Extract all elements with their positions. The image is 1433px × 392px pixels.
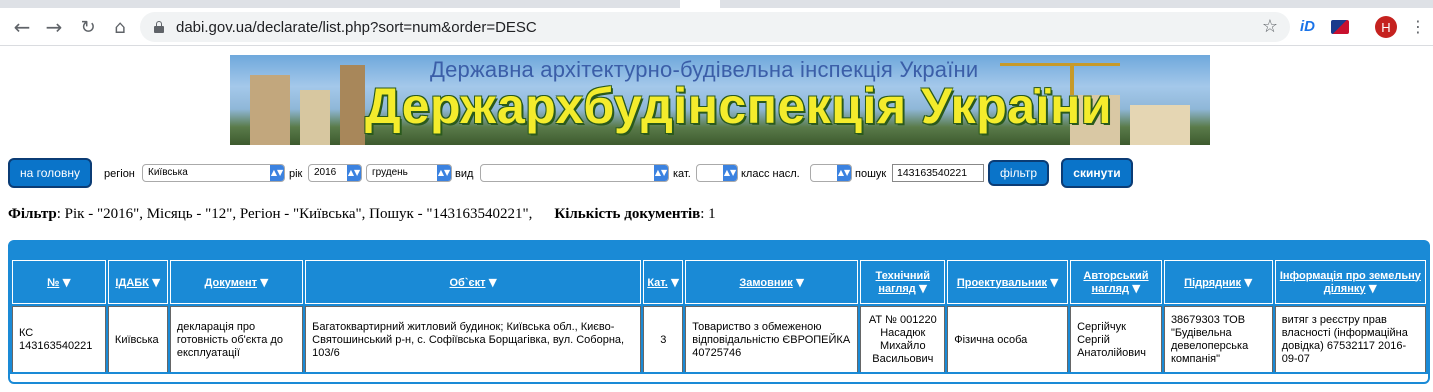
column-header-land-info[interactable]: Інформація про земельну ділянку ▼ — [1274, 260, 1426, 304]
home-button[interactable]: на головну — [8, 158, 92, 188]
document-count-label: Кількість документів — [554, 206, 701, 222]
site-banner: Державна архітектурно-будівельна інспекц… — [230, 55, 1210, 145]
year-select[interactable]: 2016 ▲▼ — [308, 164, 362, 182]
sort-arrow-icon: ▼ — [1368, 281, 1377, 295]
results-table: № ▼ ІДАБК ▼ Документ ▼ Об`єкт ▼ Кат. ▼ Замовн… — [10, 258, 1428, 376]
cell-contractor: 38679303 ТОВ "Будівельна девелоперська к… — [1163, 306, 1273, 374]
star-icon[interactable]: ☆ — [1262, 16, 1278, 37]
column-header-num[interactable]: № ▼ — [12, 260, 106, 304]
extension-flag-icon[interactable] — [1331, 20, 1349, 34]
sort-arrow-icon: ▼ — [151, 275, 161, 289]
sort-arrow-icon: ▼ — [795, 275, 805, 289]
forward-arrow-icon[interactable]: → — [40, 13, 68, 41]
sort-arrow-icon: ▼ — [260, 275, 269, 289]
table-footer — [10, 372, 1428, 382]
cell-document: декларація про готовність об'єкта до екс… — [169, 306, 304, 374]
select-arrow-icon: ▲▼ — [654, 165, 668, 181]
cell-author-supervision: Сергійчук Сергій Анатолійович — [1070, 306, 1162, 374]
cell-customer: Товариство з обмеженою відповідальністю … — [685, 306, 859, 374]
select-arrow-icon: ▲▼ — [270, 165, 284, 181]
table-row: КС 143163540221 Київська декларація про … — [12, 306, 1426, 374]
column-header-designer[interactable]: Проектувальник ▼ — [947, 260, 1069, 304]
avatar[interactable]: H — [1375, 16, 1397, 38]
cell-idabk: Київська — [107, 306, 168, 374]
column-header-document[interactable]: Документ ▼ — [169, 260, 304, 304]
sort-arrow-icon: ▼ — [488, 275, 497, 289]
select-arrow-icon: ▲▼ — [837, 165, 851, 181]
extension-id-icon[interactable]: iD — [1300, 18, 1315, 35]
select-arrow-icon: ▲▼ — [723, 165, 737, 181]
sort-arrow-icon: ▼ — [1244, 275, 1253, 289]
reset-button[interactable]: скинути — [1061, 158, 1133, 188]
cell-tech-supervision: АТ № 001220 Насадюк Михайло Васильович — [860, 306, 946, 374]
select-arrow-icon: ▲▼ — [437, 165, 451, 181]
address-bar[interactable]: dabi.gov.ua/declarate/list.php?sort=num&… — [140, 12, 1290, 42]
lock-icon[interactable] — [154, 21, 164, 33]
month-select[interactable]: грудень ▲▼ — [366, 164, 452, 182]
cell-land-info: витяг з реєстру прав власності (інформац… — [1274, 306, 1426, 374]
banner-title: Держархбудінспекція України — [365, 78, 1113, 134]
tab-strip — [0, 0, 1433, 8]
filter-summary-label: Фільтр — [8, 206, 57, 222]
category-label: кат. — [673, 168, 691, 180]
sort-arrow-icon: ▼ — [1049, 275, 1059, 289]
active-tab[interactable] — [680, 0, 720, 8]
category-select[interactable]: ▲▼ — [696, 164, 738, 182]
back-arrow-icon[interactable]: ← — [8, 13, 36, 41]
browser-toolbar: ← → ↻ ⌂ dabi.gov.ua/declarate/list.php?s… — [0, 8, 1433, 46]
year-label: рік — [289, 168, 303, 180]
region-select[interactable]: Київська ▲▼ — [142, 164, 285, 182]
table-header-row: № ▼ ІДАБК ▼ Документ ▼ Об`єкт ▼ Кат. ▼ Замовн… — [12, 260, 1426, 304]
type-label: вид — [455, 168, 474, 180]
region-label: регіон — [104, 168, 135, 180]
class-label: класс насл. — [741, 168, 800, 180]
cell-num: КС 143163540221 — [12, 306, 106, 374]
results-table-container: № ▼ ІДАБК ▼ Документ ▼ Об`єкт ▼ Кат. ▼ Замовн… — [8, 240, 1430, 384]
column-header-contractor[interactable]: Підрядник ▼ — [1163, 260, 1273, 304]
cell-object: Багатоквартирний житловий будинок; Київс… — [305, 306, 642, 374]
sort-arrow-icon: ▼ — [670, 275, 680, 289]
type-select[interactable]: ▲▼ — [480, 164, 669, 182]
filter-button[interactable]: фільтр — [988, 160, 1049, 186]
filter-summary: Фільтр: Рік - "2016", Місяць - "12", Рег… — [8, 206, 716, 223]
column-header-author-supervision[interactable]: Авторський нагляд ▼ — [1070, 260, 1162, 304]
sort-arrow-icon: ▼ — [1132, 281, 1141, 295]
select-arrow-icon: ▲▼ — [347, 165, 361, 181]
sort-arrow-icon: ▼ — [62, 275, 71, 289]
column-header-category[interactable]: Кат. ▼ — [643, 260, 684, 304]
url-text[interactable]: dabi.gov.ua/declarate/list.php?sort=num&… — [176, 19, 537, 36]
reload-icon[interactable]: ↻ — [74, 13, 102, 41]
search-input[interactable]: 143163540221 — [892, 164, 984, 182]
document-count-value: : 1 — [700, 206, 716, 222]
search-label: пошук — [855, 168, 887, 180]
class-select[interactable]: ▲▼ — [810, 164, 852, 182]
cell-designer: Фізична особа — [947, 306, 1069, 374]
column-header-customer[interactable]: Замовник ▼ — [685, 260, 859, 304]
column-header-tech-supervision[interactable]: Технічний нагляд ▼ — [860, 260, 946, 304]
filter-toolbar: на головну регіон Київська ▲▼ рік 2016 ▲▼ … — [8, 158, 1428, 190]
column-header-object[interactable]: Об`єкт ▼ — [305, 260, 642, 304]
filter-summary-text: : Рік - "2016", Місяць - "12", Регіон - … — [56, 206, 533, 222]
cell-category: 3 — [643, 306, 684, 374]
home-icon[interactable]: ⌂ — [106, 13, 134, 41]
column-header-idabk[interactable]: ІДАБК ▼ — [107, 260, 168, 304]
sort-arrow-icon: ▼ — [918, 281, 928, 295]
menu-icon[interactable]: ⋮ — [1410, 17, 1426, 37]
